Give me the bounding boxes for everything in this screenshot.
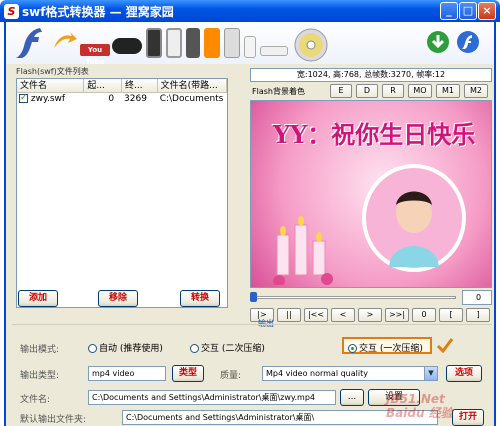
mark-end-button[interactable]: ]	[466, 308, 490, 322]
pause-button[interactable]: ||	[277, 308, 301, 322]
output-type-label: 输出类型:	[20, 371, 60, 381]
filename-field[interactable]: C:\Documents and Settings\Administrator\…	[88, 390, 336, 405]
title-bar: S swf格式转换器 — 狸窝家园 _ □ ×	[0, 0, 500, 22]
mode-interactive2-label: 交互 (二次压缩)	[201, 344, 265, 354]
file-list-header: 文件名 起... 终... 文件名(带路...	[17, 79, 227, 93]
mark-start-button[interactable]: [	[439, 308, 463, 322]
mode-auto-label: 自动 (推荐使用)	[99, 344, 163, 354]
column-path[interactable]: 文件名(带路...	[158, 79, 227, 92]
main-window: You Tube Flash(swf)文件列表 文件名 起... 终... 文件	[4, 22, 496, 426]
quality-label: 质量:	[220, 371, 242, 381]
quality-value: Mp4 video normal quality	[266, 369, 368, 378]
bg-button-m2[interactable]: M2	[464, 84, 488, 98]
minimize-button[interactable]: _	[440, 2, 458, 20]
candles-decoration	[273, 216, 333, 285]
seek-thumb[interactable]	[250, 292, 257, 302]
file-path: C:\Documents	[159, 94, 224, 104]
bg-button-d[interactable]: D	[356, 84, 378, 98]
flash-preview: YY：祝你生日快乐	[250, 100, 492, 288]
arrow-icon	[54, 32, 77, 48]
output-type-field[interactable]: mp4 video	[88, 366, 166, 381]
bg-button-r[interactable]: R	[382, 84, 404, 98]
file-list[interactable]: 文件名 起... 终... 文件名(带路... zwy.swf 0 3269 C…	[16, 78, 228, 308]
chevron-down-icon[interactable]: ▼	[424, 367, 437, 380]
mode-auto-radio[interactable]	[88, 344, 97, 353]
file-start: 0	[108, 94, 115, 104]
browse-button[interactable]: ...	[340, 389, 364, 406]
zero-button[interactable]: 0	[412, 308, 436, 322]
maximize-button[interactable]: □	[459, 2, 477, 20]
dvd-disc-icon	[294, 28, 328, 62]
filename-label: 文件名:	[20, 395, 51, 405]
flash-help-icon[interactable]	[456, 30, 480, 54]
bg-button-mo[interactable]: MO	[408, 84, 432, 98]
checkmark-icon	[436, 338, 454, 353]
preview-banner-text: YY：祝你生日快乐	[273, 120, 476, 149]
frame-field[interactable]: 0	[462, 290, 492, 305]
youtube-logo-icon: You Tube	[80, 44, 110, 66]
column-start[interactable]: 起...	[84, 79, 122, 92]
file-name: zwy.swf	[30, 94, 66, 104]
options-button[interactable]: 选项	[446, 365, 482, 382]
mode-interactive1-option[interactable]: 交互 (一次压缩)	[342, 337, 432, 354]
file-checkbox[interactable]	[19, 93, 28, 105]
next-frame-button[interactable]: >	[358, 308, 382, 322]
flash-logo-icon	[16, 28, 42, 58]
ipod-nano-icon	[244, 36, 256, 58]
column-filename[interactable]: 文件名	[17, 79, 85, 92]
prev-frame-button[interactable]: <	[331, 308, 355, 322]
file-row[interactable]: zwy.swf 0 3269 C:\Documents	[17, 93, 227, 106]
output-mode-label: 输出模式:	[20, 345, 60, 355]
first-frame-button[interactable]: |<<	[304, 308, 328, 322]
walkman-device-icon	[204, 28, 220, 58]
mode-interactive1-radio[interactable]	[348, 344, 357, 353]
watermark: JB51.Net Baidu 经验	[386, 392, 453, 420]
mode-interactive1-label: 交互 (一次压缩)	[359, 344, 423, 354]
mode-interactive2-radio[interactable]	[190, 344, 199, 353]
last-frame-button[interactable]: >>|	[385, 308, 409, 322]
birthday-photo-frame	[362, 164, 466, 272]
bg-color-label: Flash背景着色	[252, 87, 305, 96]
quality-dropdown[interactable]: Mp4 video normal quality ▼	[262, 366, 438, 381]
video-info: 宽:1024, 高:768, 总帧数:3270, 帧率:12	[250, 68, 492, 82]
file-list-group-label: Flash(swf)文件列表	[16, 67, 89, 76]
add-button[interactable]: 添加	[18, 290, 58, 307]
phone-device-icon	[186, 28, 200, 58]
download-icon[interactable]	[426, 30, 450, 54]
type-button[interactable]: 类型	[172, 365, 204, 382]
close-button[interactable]: ×	[478, 2, 496, 20]
device-banner: You Tube	[6, 22, 494, 66]
default-folder-label: 默认输出文件夹:	[20, 415, 87, 425]
apple-tv-icon	[260, 46, 288, 56]
convert-button[interactable]: 转换	[180, 290, 220, 307]
file-end: 3269	[124, 94, 147, 104]
mode-auto-option[interactable]: 自动 (推荐使用)	[88, 341, 163, 354]
window-title: swf格式转换器 — 狸窝家园	[22, 4, 174, 19]
mode-interactive2-option[interactable]: 交互 (二次压缩)	[190, 341, 265, 354]
bg-color-row: Flash背景着色 E D R MO M1 M2	[250, 84, 492, 100]
bg-button-e[interactable]: E	[330, 84, 352, 98]
ipod-device-icon	[166, 28, 182, 58]
column-end[interactable]: 终...	[122, 79, 158, 92]
app-icon: S	[4, 3, 19, 19]
psp-device-icon	[112, 38, 142, 54]
bg-button-m1[interactable]: M1	[436, 84, 460, 98]
remove-button[interactable]: 移除	[98, 290, 138, 307]
mp4-player-icon	[224, 28, 240, 58]
iphone-device-icon	[146, 28, 162, 58]
seek-slider[interactable]	[250, 292, 458, 302]
